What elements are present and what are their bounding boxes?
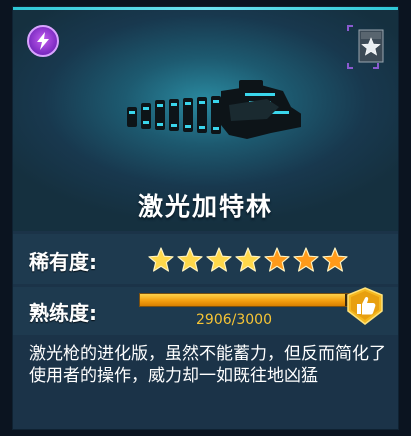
laser-gatling-weapon-image (127, 80, 301, 139)
energy-badge[interactable] (27, 25, 59, 57)
weapon-name: 激光加特林 (137, 192, 273, 221)
proficiency-row: 熟练度: 2906/3000 (13, 287, 398, 335)
rarity-star-icon (264, 247, 290, 272)
rarity-row: 稀有度: (13, 234, 398, 284)
proficiency-label: 熟练度: (29, 301, 97, 325)
proficiency-value: 2906/3000 (196, 312, 272, 328)
top-accent-line (13, 7, 398, 10)
star-rank-emblem-icon[interactable] (358, 29, 384, 63)
weapon-showcase: 激光加特林 (13, 7, 398, 231)
lightning-bolt-icon (37, 32, 49, 50)
proficiency-progress-bar (139, 293, 353, 307)
weapon-description: 激光枪的进化版，虽然不能蓄力，但反而简化了使用者的操作，威力却一如既往地凶猛 (29, 344, 386, 386)
rarity-star-icon (206, 247, 232, 272)
thumbs-up-icon[interactable] (345, 287, 385, 325)
weapon-card: 激光加特林 稀有度: 熟练度: 2906/3000 激光枪的进化版，虽然不能蓄力… (12, 6, 399, 430)
rarity-star-icon (293, 247, 319, 272)
rarity-star-icon (235, 247, 261, 272)
rarity-star-icon (177, 247, 203, 272)
proficiency-progress-fill (140, 294, 346, 306)
rarity-label: 稀有度: (29, 250, 97, 274)
rarity-star-icon (148, 247, 174, 272)
rarity-star-icon (322, 247, 348, 272)
rarity-stars (147, 246, 349, 274)
